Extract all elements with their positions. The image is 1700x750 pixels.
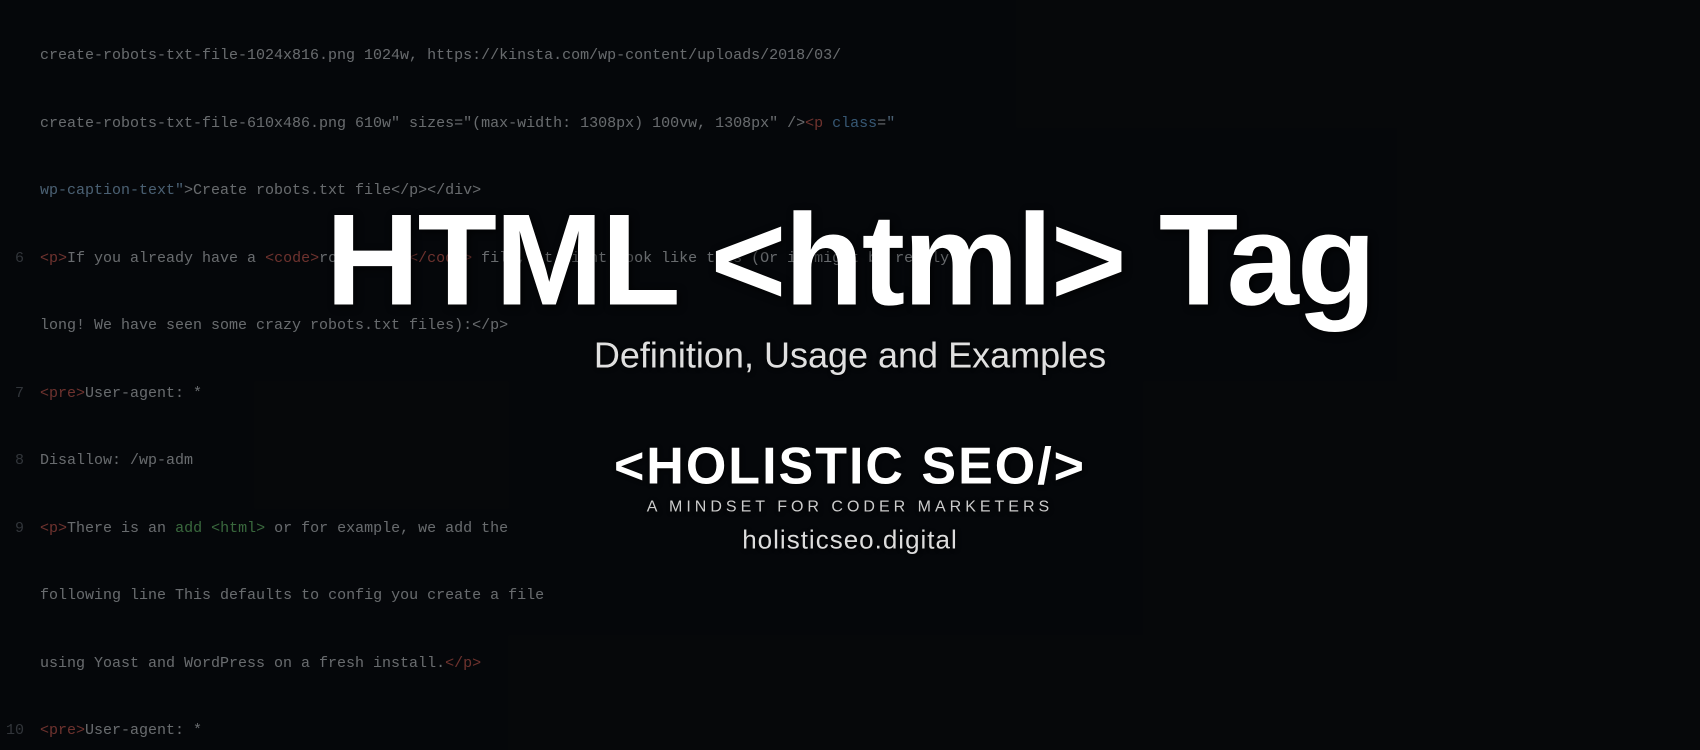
brand-section: <HOLISTIC SEO/> A MINDSET FOR CODER MARK… — [300, 437, 1400, 556]
brand-url: holisticseo.digital — [742, 525, 958, 556]
brand-name: <HOLISTIC SEO/> — [614, 437, 1086, 497]
page-title: HTML <html> Tag — [300, 195, 1400, 325]
center-content: HTML <html> Tag Definition, Usage and Ex… — [300, 195, 1400, 556]
brand-tagline: A MINDSET FOR CODER MARKETERS — [647, 499, 1053, 517]
page-subtitle: Definition, Usage and Examples — [300, 335, 1400, 377]
